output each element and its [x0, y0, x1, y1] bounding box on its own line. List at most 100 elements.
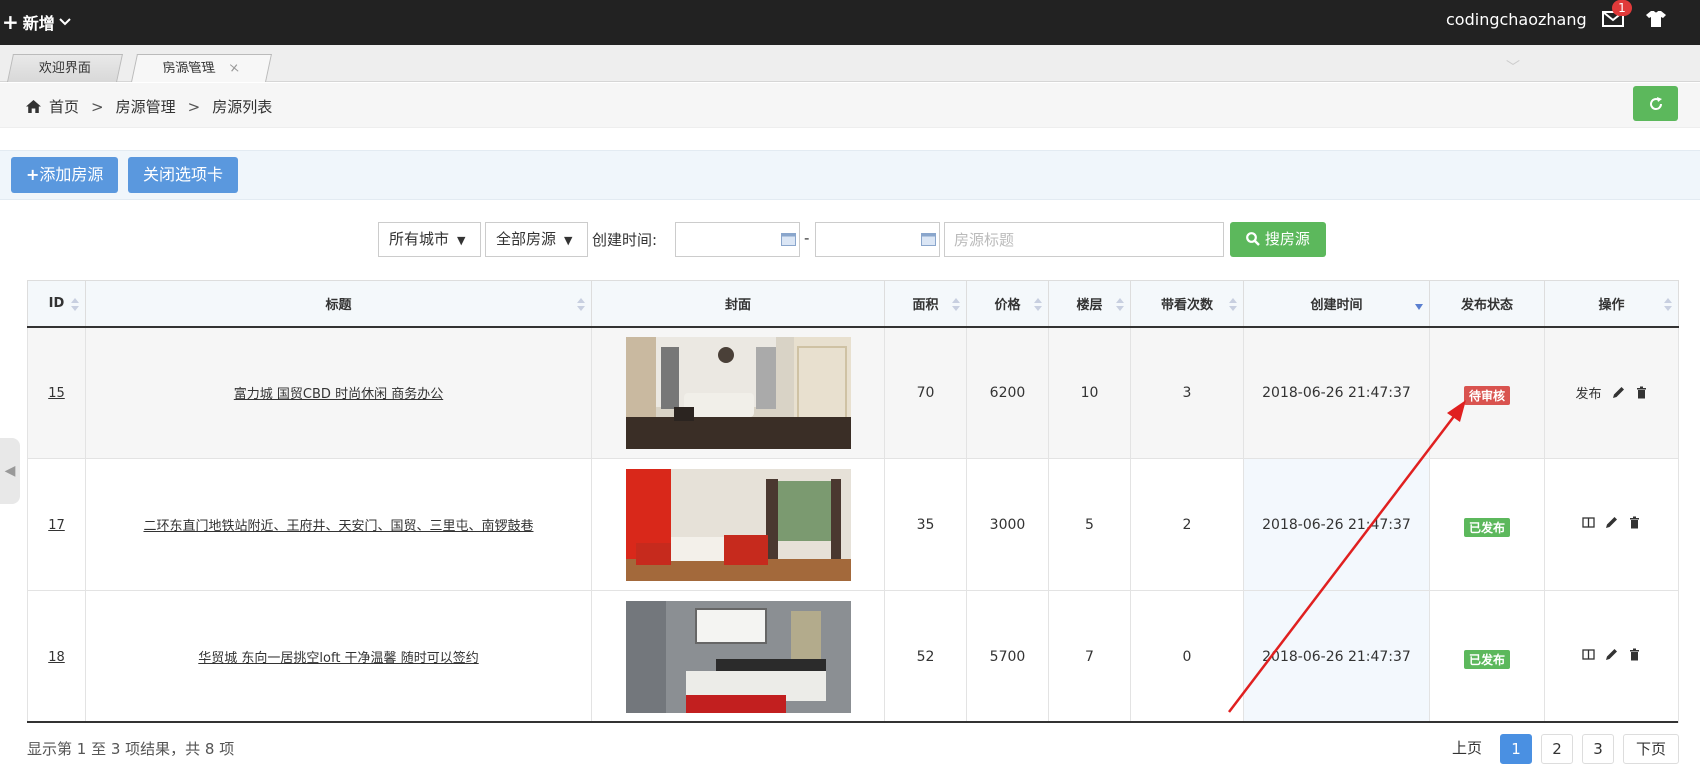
start-date-input[interactable]	[675, 222, 800, 257]
floor-cell: 10	[1048, 326, 1131, 459]
operations-cell: 发布	[1544, 326, 1679, 459]
close-tab-button[interactable]: 关闭选项卡	[128, 157, 239, 193]
refresh-icon	[1649, 96, 1662, 110]
theme-shirt-icon[interactable]	[1645, 10, 1667, 28]
date-separator: -	[804, 229, 810, 247]
tab-welcome[interactable]: 欢迎界面	[7, 54, 123, 82]
header-label: 面积	[912, 297, 939, 313]
chevron-down-icon[interactable]: ﹀	[1506, 57, 1520, 77]
close-icon[interactable]: ×	[226, 55, 243, 82]
next-page-button[interactable]: 下页	[1623, 734, 1679, 764]
edit-pencil-icon[interactable]	[1605, 648, 1618, 661]
column-header-status: 发布状态	[1429, 280, 1545, 328]
house-type-select[interactable]: 全部房源 ▼	[485, 222, 588, 257]
row-title-link[interactable]: 二环东直门地铁站附近、王府井、天安门、国贸、三里屯、南锣鼓巷	[143, 519, 533, 534]
sort-icon	[71, 298, 79, 311]
plus-icon: +	[2, 10, 19, 34]
trash-icon[interactable]	[1628, 516, 1641, 529]
area-cell: 70	[884, 326, 967, 459]
calendar-icon[interactable]	[781, 232, 796, 246]
add-house-button[interactable]: +添加房源	[11, 157, 119, 193]
edit-pencil-icon[interactable]	[1605, 516, 1618, 529]
column-header-cover: 封面	[591, 280, 885, 328]
calendar-icon[interactable]	[921, 232, 936, 246]
chevron-left-icon: ◀	[4, 463, 16, 479]
header-label: 价格	[994, 297, 1021, 313]
row-id-link[interactable]: 18	[48, 650, 65, 665]
publish-link[interactable]: 发布	[1575, 383, 1601, 402]
watch-times-cell: 0	[1130, 590, 1244, 723]
sort-icon	[1229, 298, 1237, 311]
chevron-down-icon	[59, 18, 71, 26]
search-icon	[1246, 232, 1260, 246]
page-button-1[interactable]: 1	[1500, 734, 1532, 764]
prev-page-button[interactable]: 上页	[1446, 734, 1488, 764]
breadcrumb-item: 房源列表	[212, 98, 273, 116]
column-header-price[interactable]: 价格	[966, 280, 1049, 328]
house-cover-image	[625, 600, 851, 713]
house-table: ID 标题 封面 面积 价格 楼层 带看次数 创建时间 发布状态 操作 15 富…	[27, 280, 1679, 723]
breadcrumb: 首页 > 房源管理 > 房源列表	[0, 83, 1700, 128]
status-badge: 待审核	[1463, 386, 1510, 406]
add-house-label: 添加房源	[39, 165, 104, 184]
header-label: ID	[48, 295, 65, 311]
table-header-row: ID 标题 封面 面积 价格 楼层 带看次数 创建时间 发布状态 操作	[27, 280, 1679, 328]
column-header-operations[interactable]: 操作	[1544, 280, 1679, 328]
sort-icon	[952, 298, 960, 311]
floor-cell: 7	[1048, 590, 1131, 723]
sort-desc-icon	[1415, 304, 1423, 310]
floor-cell: 5	[1048, 458, 1131, 591]
trash-icon[interactable]	[1635, 386, 1648, 399]
city-select[interactable]: 所有城市 ▼	[378, 222, 481, 257]
column-header-title[interactable]: 标题	[85, 280, 592, 328]
end-date-input[interactable]	[815, 222, 940, 257]
header-label: 带看次数	[1160, 297, 1213, 313]
house-title-search-input[interactable]	[944, 222, 1224, 257]
row-title-link[interactable]: 华贸城 东向一居挑空loft 干净温馨 随时可以签约	[198, 651, 478, 666]
column-header-created-time[interactable]: 创建时间	[1243, 280, 1430, 328]
table-bottom-border	[27, 721, 1678, 723]
breadcrumb-separator: >	[187, 97, 201, 116]
status-cell: 已发布	[1429, 590, 1545, 723]
mail-count-badge: 1	[1612, 0, 1632, 16]
refresh-button[interactable]	[1633, 86, 1678, 121]
page-button-3[interactable]: 3	[1582, 734, 1614, 764]
unpublish-icon[interactable]	[1582, 516, 1595, 529]
house-cover-image	[625, 336, 851, 449]
row-id-link[interactable]: 15	[48, 386, 65, 401]
action-bar: +添加房源 关闭选项卡	[0, 150, 1700, 200]
search-house-button[interactable]: 搜房源	[1230, 222, 1326, 257]
page-button-2[interactable]: 2	[1541, 734, 1573, 764]
column-header-watch-times[interactable]: 带看次数	[1130, 280, 1244, 328]
column-header-floor[interactable]: 楼层	[1048, 280, 1131, 328]
operations-cell	[1544, 458, 1679, 591]
plus-icon: +	[26, 165, 40, 184]
caret-down-icon: ▼	[457, 234, 466, 247]
breadcrumb-home[interactable]: 首页	[49, 96, 79, 117]
column-header-id[interactable]: ID	[27, 280, 86, 328]
price-cell: 6200	[966, 326, 1049, 459]
sort-icon	[577, 298, 585, 311]
area-cell: 52	[884, 590, 967, 723]
column-header-area[interactable]: 面积	[884, 280, 967, 328]
row-title-link[interactable]: 富力城 国贸CBD 时尚休闲 商务办公	[234, 387, 443, 402]
row-id-link[interactable]: 17	[48, 518, 65, 533]
trash-icon[interactable]	[1628, 648, 1641, 661]
header-label: 封面	[724, 297, 751, 313]
table-row: 17 二环东直门地铁站附近、王府井、天安门、国贸、三里屯、南锣鼓巷 35 300…	[27, 458, 1679, 591]
city-select-value: 所有城市	[389, 230, 450, 248]
add-new-menu[interactable]: + 新增	[2, 10, 71, 34]
header-label: 操作	[1598, 297, 1625, 313]
status-cell: 待审核	[1429, 326, 1545, 459]
home-icon	[26, 100, 41, 113]
tab-label: 房源管理	[161, 61, 217, 76]
sidebar-toggle-handle[interactable]: ◀	[0, 438, 20, 504]
pagination-info: 显示第 1 至 3 项结果，共 8 项	[27, 740, 235, 758]
edit-pencil-icon[interactable]	[1612, 386, 1625, 399]
area-cell: 35	[884, 458, 967, 591]
caret-down-icon: ▼	[564, 234, 573, 247]
unpublish-icon[interactable]	[1582, 648, 1595, 661]
tab-bar: 欢迎界面 房源管理 × ﹀	[0, 45, 1700, 82]
username-menu[interactable]: codingchaozhang	[1446, 10, 1587, 29]
tab-house-management[interactable]: 房源管理 ×	[131, 54, 272, 82]
